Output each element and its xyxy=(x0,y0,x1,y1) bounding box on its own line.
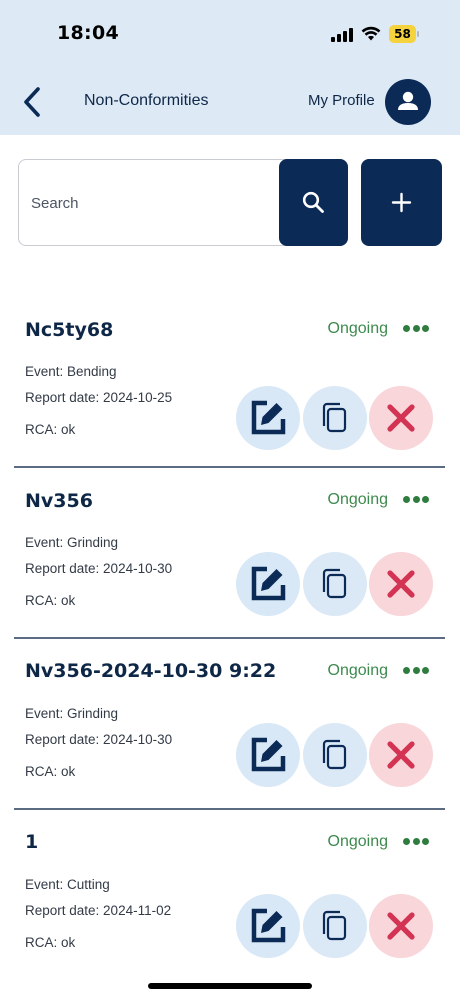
edit-icon xyxy=(251,400,286,435)
item-event: Event: Grinding xyxy=(25,706,119,721)
item-title: Nc5ty68 xyxy=(25,319,114,341)
item-rca: RCA: ok xyxy=(25,935,76,950)
item-report-date: Report date: 2024-10-30 xyxy=(25,561,173,576)
list-item: 1 Ongoing Event: Cutting Report date: 20… xyxy=(14,810,445,980)
status-badge: Ongoing xyxy=(327,662,389,679)
close-icon xyxy=(387,570,415,598)
status-time: 18:04 xyxy=(57,22,119,44)
edit-button[interactable] xyxy=(236,723,300,787)
item-rca: RCA: ok xyxy=(25,764,76,779)
close-icon xyxy=(387,912,415,940)
list-item: Nv356 Ongoing Event: Grinding Report dat… xyxy=(14,468,445,639)
copy-button[interactable] xyxy=(303,386,367,450)
profile-button[interactable] xyxy=(385,79,431,125)
page-title: Non-Conformities xyxy=(84,92,209,109)
battery-icon: 58 xyxy=(389,25,419,43)
status-badge: Ongoing xyxy=(327,320,389,337)
copy-icon xyxy=(322,739,347,770)
close-icon xyxy=(387,741,415,769)
edit-icon xyxy=(251,566,286,601)
search-button[interactable] xyxy=(279,159,348,246)
edit-icon xyxy=(251,908,286,943)
status-bar: 18:04 58 xyxy=(0,0,460,68)
delete-button[interactable] xyxy=(369,894,433,958)
copy-icon xyxy=(322,568,347,599)
item-report-date: Report date: 2024-11-02 xyxy=(25,903,172,918)
copy-button[interactable] xyxy=(303,894,367,958)
search-input[interactable] xyxy=(31,188,276,218)
item-rca: RCA: ok xyxy=(25,593,76,608)
copy-icon xyxy=(322,402,347,433)
delete-button[interactable] xyxy=(369,723,433,787)
app-header: Non-Conformities My Profile xyxy=(0,68,460,135)
item-title: 1 xyxy=(25,831,39,853)
more-horizontal-icon[interactable] xyxy=(403,667,429,675)
top-area: 18:04 58 Non-Conformities My Profile xyxy=(0,0,460,135)
item-event: Event: Cutting xyxy=(25,877,110,892)
item-event: Event: Bending xyxy=(25,364,117,379)
my-profile-link[interactable]: My Profile xyxy=(308,92,375,109)
item-report-date: Report date: 2024-10-30 xyxy=(25,732,173,747)
item-event: Event: Grinding xyxy=(25,535,119,550)
more-horizontal-icon[interactable] xyxy=(403,325,429,333)
list-item: Nv356-2024-10-30 9:22 Ongoing Event: Gri… xyxy=(14,639,445,810)
status-badge: Ongoing xyxy=(327,491,389,508)
more-horizontal-icon[interactable] xyxy=(403,496,429,504)
delete-button[interactable] xyxy=(369,386,433,450)
add-button[interactable] xyxy=(361,159,442,246)
chevron-left-icon[interactable] xyxy=(20,85,46,119)
copy-icon xyxy=(322,910,347,941)
list-item: Nc5ty68 Ongoing Event: Bending Report da… xyxy=(14,297,445,468)
user-icon xyxy=(398,91,418,110)
more-horizontal-icon[interactable] xyxy=(403,838,429,846)
signal-icon xyxy=(331,28,353,42)
plus-icon xyxy=(391,192,412,213)
home-indicator[interactable] xyxy=(148,983,312,989)
edit-button[interactable] xyxy=(236,552,300,616)
item-rca: RCA: ok xyxy=(25,422,76,437)
delete-button[interactable] xyxy=(369,552,433,616)
edit-button[interactable] xyxy=(236,386,300,450)
edit-icon xyxy=(251,737,286,772)
item-title: Nv356-2024-10-30 9:22 xyxy=(25,660,277,682)
wifi-icon xyxy=(361,26,381,41)
status-badge: Ongoing xyxy=(327,833,389,850)
copy-button[interactable] xyxy=(303,723,367,787)
item-title: Nv356 xyxy=(25,490,93,512)
edit-button[interactable] xyxy=(236,894,300,958)
item-report-date: Report date: 2024-10-25 xyxy=(25,390,173,405)
battery-level: 58 xyxy=(389,25,416,43)
copy-button[interactable] xyxy=(303,552,367,616)
close-icon xyxy=(387,404,415,432)
search-icon xyxy=(302,191,324,213)
